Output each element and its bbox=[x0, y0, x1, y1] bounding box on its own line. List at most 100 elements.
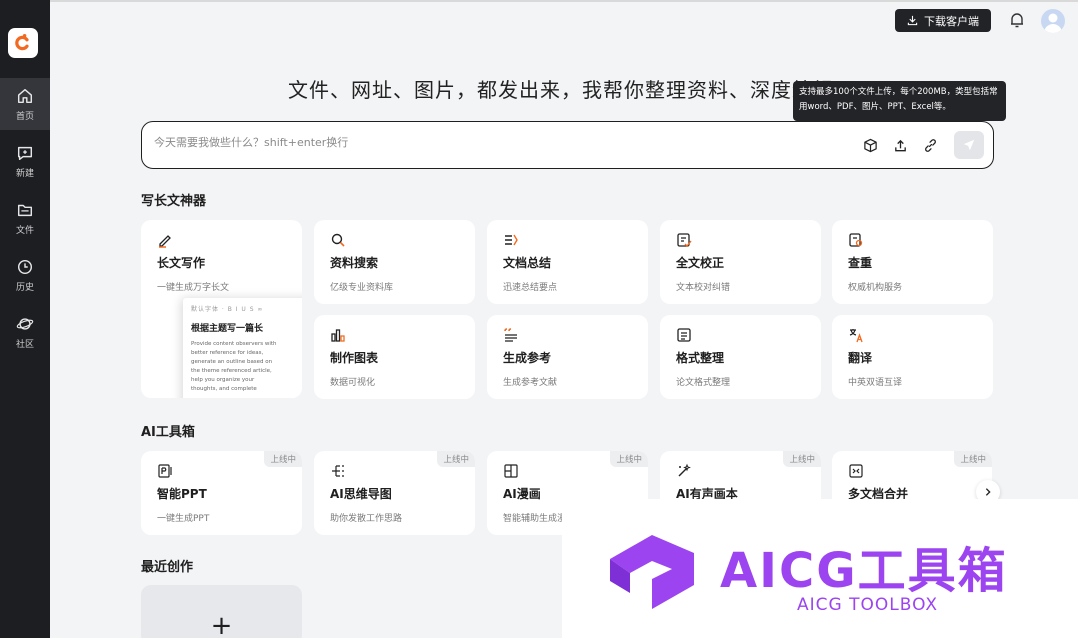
status-badge: 上线中 bbox=[437, 451, 475, 467]
bell-icon[interactable] bbox=[1008, 11, 1026, 29]
toolbox-section-title: AI工具箱 bbox=[141, 425, 195, 440]
card-title: 查重 bbox=[848, 256, 873, 270]
download-label: 下载客户端 bbox=[924, 14, 979, 28]
plus-icon: + bbox=[210, 611, 233, 638]
status-badge: 上线中 bbox=[610, 451, 648, 467]
sidebar-item-label: 新建 bbox=[15, 168, 34, 179]
comic-icon bbox=[504, 464, 518, 478]
ppt-icon bbox=[158, 464, 172, 478]
preview-toolbar: 默认字体 · B I U S ∞ bbox=[191, 306, 264, 313]
long-writing-card[interactable]: 长文写作 一键生成万字长文 默认字体 · B I U S ∞ 根据主题写一篇长 … bbox=[141, 220, 302, 398]
sidebar-item-label: 历史 bbox=[15, 282, 34, 293]
search-material-card[interactable]: 资料搜索 亿级专业资料库 bbox=[314, 220, 475, 304]
send-icon bbox=[963, 139, 975, 151]
card-desc: 生成参考文献 bbox=[503, 378, 558, 388]
sidebar-item-history[interactable]: 历史 bbox=[0, 249, 50, 301]
avatar-icon bbox=[1044, 13, 1062, 33]
status-badge: 上线中 bbox=[954, 451, 992, 467]
home-icon bbox=[17, 88, 33, 103]
watermark-subtitle: AICG TOOLBOX bbox=[797, 595, 939, 615]
sidebar-item-home[interactable]: 首页 bbox=[0, 78, 50, 130]
merge-icon bbox=[849, 464, 863, 478]
planet-icon bbox=[16, 317, 34, 330]
card-title: 翻译 bbox=[848, 351, 873, 365]
card-desc: 文本校对纠错 bbox=[676, 283, 731, 293]
recent-section-title: 最近创作 bbox=[141, 560, 194, 575]
proofread-icon bbox=[677, 233, 692, 248]
prompt-box bbox=[141, 121, 994, 169]
aicg-logo-icon bbox=[610, 535, 694, 609]
mindmap-card[interactable]: 上线中 AI思维导图 助你发散工作思路 bbox=[314, 451, 475, 535]
bar-chart-icon bbox=[331, 329, 345, 342]
preview-body: Provide content observers with better re… bbox=[191, 341, 277, 392]
status-badge: 上线中 bbox=[264, 451, 302, 467]
model-button[interactable] bbox=[860, 135, 880, 155]
upload-tooltip: 支持最多100个文件上传，每个200MB，类型包括常用word、PDF、图片、P… bbox=[793, 81, 1006, 121]
card-desc: 一键生成万字长文 bbox=[157, 283, 230, 293]
quote-icon bbox=[504, 328, 517, 342]
translate-card[interactable]: 翻译 中英双语互译 bbox=[832, 315, 993, 399]
chevron-right-icon bbox=[985, 488, 991, 496]
card-title: 格式整理 bbox=[676, 351, 725, 365]
link-icon bbox=[924, 138, 936, 152]
pen-icon bbox=[159, 235, 171, 248]
watermark-title: AICG工具箱 bbox=[720, 543, 1008, 599]
sidebar-item-new[interactable]: 新建 bbox=[0, 135, 50, 187]
format-icon bbox=[677, 328, 691, 342]
summary-icon bbox=[505, 234, 518, 246]
card-desc: 助你发散工作思路 bbox=[330, 514, 403, 524]
download-icon bbox=[907, 15, 918, 26]
card-desc: 权威机构服务 bbox=[848, 283, 903, 293]
user-avatar[interactable] bbox=[1041, 9, 1065, 33]
mindmap-icon bbox=[332, 465, 344, 477]
watermark: AICG工具箱 AICG TOOLBOX bbox=[562, 499, 1078, 638]
upload-icon bbox=[894, 139, 906, 151]
translate-icon bbox=[849, 329, 863, 343]
format-card[interactable]: 格式整理 论文格式整理 bbox=[660, 315, 821, 399]
prompt-input[interactable] bbox=[154, 136, 814, 149]
link-button[interactable] bbox=[920, 135, 940, 155]
sidebar-item-files[interactable]: 文件 bbox=[0, 192, 50, 244]
sidebar: 首页 新建 文件 历史 社区 bbox=[0, 0, 50, 638]
sidebar-item-label: 社区 bbox=[15, 339, 34, 350]
new-creation-button[interactable]: + bbox=[141, 585, 302, 638]
send-button[interactable] bbox=[954, 131, 984, 159]
sidebar-item-label: 文件 bbox=[15, 225, 34, 236]
preview-title: 根据主题写一篇长 bbox=[191, 324, 264, 334]
card-title: AI漫画 bbox=[503, 487, 541, 501]
card-title: 全文校正 bbox=[676, 256, 725, 270]
chart-card[interactable]: 制作图表 数据可视化 bbox=[314, 315, 475, 399]
card-title: 智能PPT bbox=[157, 487, 207, 501]
upload-button[interactable] bbox=[890, 135, 910, 155]
card-title: 生成参考 bbox=[503, 351, 552, 365]
card-title: 制作图表 bbox=[330, 351, 379, 365]
doc-preview: 默认字体 · B I U S ∞ 根据主题写一篇长 Provide conten… bbox=[183, 298, 302, 398]
card-title: 文档总结 bbox=[503, 256, 552, 270]
card-desc: 数据可视化 bbox=[330, 378, 376, 388]
sidebar-item-label: 首页 bbox=[15, 111, 34, 122]
search-icon bbox=[331, 233, 345, 247]
folder-icon bbox=[17, 204, 33, 216]
download-client-button[interactable]: 下载客户端 bbox=[895, 9, 991, 32]
magic-wand-icon bbox=[678, 463, 691, 477]
top-divider bbox=[50, 0, 1078, 2]
card-title: 长文写作 bbox=[157, 256, 206, 270]
card-title: AI思维导图 bbox=[330, 487, 392, 501]
card-title: 资料搜索 bbox=[330, 256, 379, 270]
plagiarism-card[interactable]: 查重 权威机构服务 bbox=[832, 220, 993, 304]
new-chat-icon bbox=[17, 146, 33, 160]
card-desc: 亿级专业资料库 bbox=[330, 283, 394, 293]
proofread-card[interactable]: 全文校正 文本校对纠错 bbox=[660, 220, 821, 304]
writing-section-title: 写长文神器 bbox=[141, 194, 207, 209]
card-desc: 智能辅助生成漫 bbox=[503, 514, 567, 524]
cube-icon bbox=[863, 138, 877, 152]
card-desc: 论文格式整理 bbox=[676, 378, 731, 388]
doc-summary-card[interactable]: 文档总结 迅速总结要点 bbox=[487, 220, 648, 304]
card-desc: 一键生成PPT bbox=[157, 514, 210, 524]
reference-card[interactable]: 生成参考 生成参考文献 bbox=[487, 315, 648, 399]
sidebar-item-community[interactable]: 社区 bbox=[0, 306, 50, 358]
clock-icon bbox=[17, 259, 33, 274]
app-logo[interactable] bbox=[8, 28, 38, 58]
ai-ppt-card[interactable]: 上线中 智能PPT 一键生成PPT bbox=[141, 451, 302, 535]
logo-icon bbox=[15, 34, 29, 51]
